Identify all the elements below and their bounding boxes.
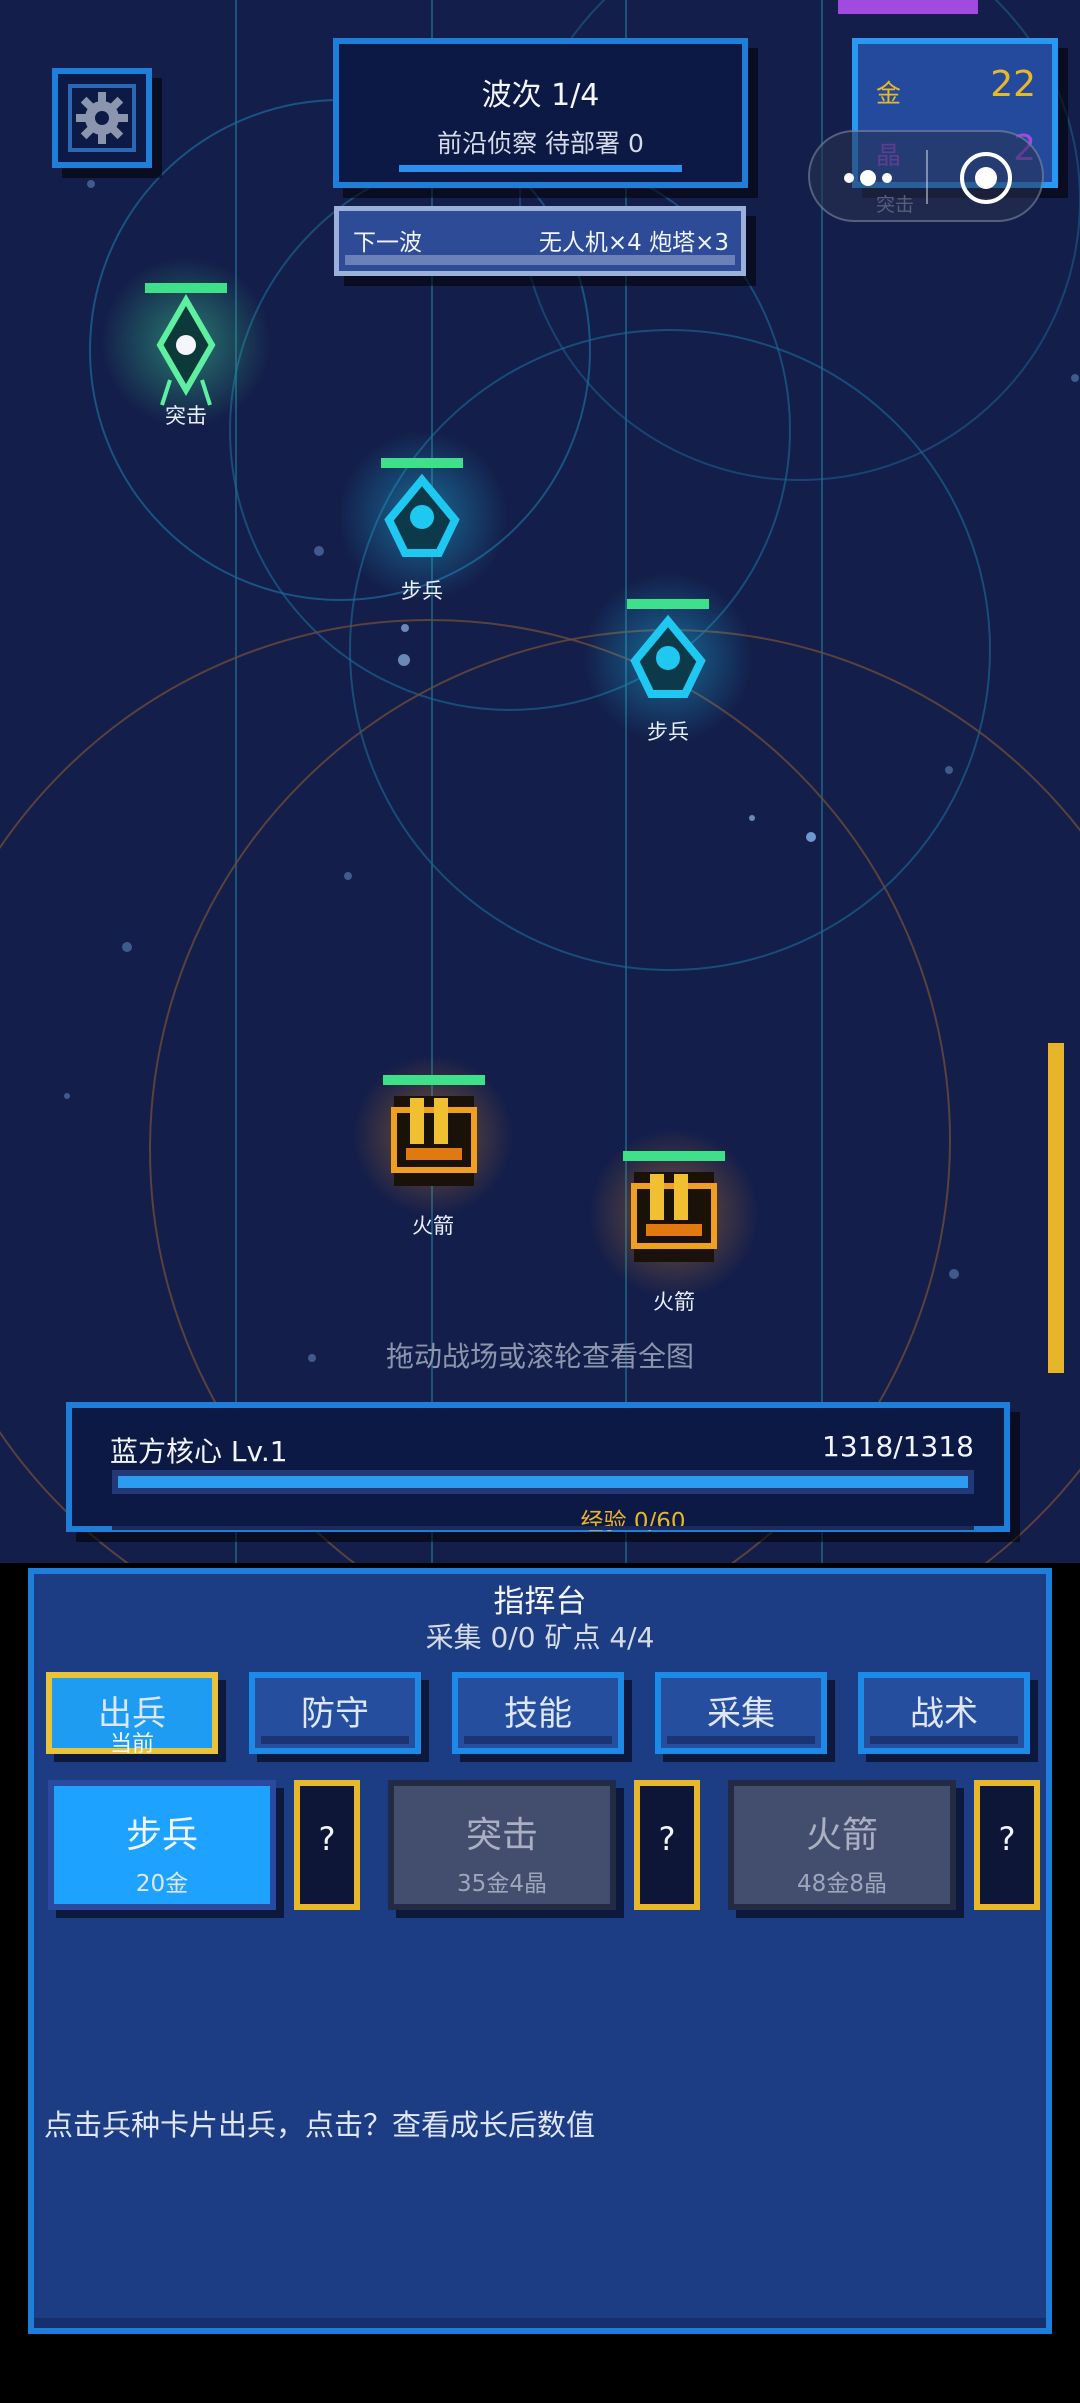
next-wave-label: 下一波 <box>353 230 422 256</box>
tab-gather[interactable]: 采集 <box>655 1672 827 1754</box>
tab-skills[interactable]: 技能 <box>452 1672 624 1754</box>
info-button-rocket[interactable]: ? <box>974 1780 1040 1910</box>
unit-card-rocket[interactable]: 火箭 48金8晶 <box>728 1780 956 1910</box>
core-xp-bar <box>112 1526 974 1530</box>
unit-assault[interactable] <box>140 280 240 420</box>
tab-tactics[interactable]: 战术 <box>858 1672 1030 1754</box>
core-xp: 经验 0/60 <box>580 1509 686 1535</box>
tab-defense[interactable]: 防守 <box>249 1672 421 1754</box>
resource-top-strip <box>838 0 978 14</box>
tab-deploy[interactable]: 出兵 当前 <box>46 1672 218 1757</box>
unit-label: 步兵 <box>647 720 689 744</box>
close-target-icon[interactable] <box>960 152 1012 204</box>
info-button-assault[interactable]: ? <box>634 1780 700 1910</box>
unit-card-assault[interactable]: 突击 35金4晶 <box>388 1780 616 1910</box>
core-name: 蓝方核心 Lv.1 <box>110 1435 288 1468</box>
unit-label: 步兵 <box>401 579 443 603</box>
more-icon[interactable] <box>844 170 894 186</box>
unit-label: 火箭 <box>412 1214 454 1238</box>
command-hint: 点击兵种卡片出兵，点击？查看成长后数值 <box>44 2108 596 2142</box>
next-wave-panel: 下一波 无人机×4 炮塔×3 <box>334 206 746 276</box>
core-hp: 1318/1318 <box>822 1430 974 1463</box>
unit-infantry[interactable] <box>375 455 475 565</box>
settings-button[interactable] <box>52 68 152 168</box>
gear-icon <box>76 92 128 144</box>
unit-label: 火箭 <box>653 1290 695 1314</box>
next-wave-enemies: 无人机×4 炮塔×3 <box>538 230 729 256</box>
unit-card-infantry[interactable]: 步兵 20金 <box>48 1780 276 1910</box>
unit-rocket[interactable] <box>380 1072 490 1202</box>
miniprogram-capsule <box>808 130 1044 222</box>
battlefield[interactable]: 突击 步兵 步兵 火箭 火箭 波次 1/4 前沿侦察 待部署 0 下一波 无人机… <box>0 0 1080 1563</box>
info-button-infantry[interactable]: ? <box>294 1780 360 1910</box>
gold-value: 22 <box>990 64 1036 105</box>
wave-subtitle: 前沿侦察 待部署 0 <box>437 129 644 158</box>
command-panel: 指挥台 采集 0/0 矿点 4/4 出兵 当前 防守 技能 采集 战术 步兵 2… <box>28 1568 1052 2334</box>
unit-label: 突击 <box>165 404 207 428</box>
gold-label: 金 <box>876 79 902 108</box>
command-title: 指挥台 <box>493 1584 587 1620</box>
wave-progress-bar <box>399 165 682 172</box>
core-hp-fill <box>118 1476 968 1488</box>
wave-panel: 波次 1/4 前沿侦察 待部署 0 <box>333 38 748 188</box>
battlefield-hint: 拖动战场或滚轮查看全图 <box>385 1340 694 1373</box>
wave-title: 波次 1/4 <box>481 78 600 113</box>
unit-infantry[interactable] <box>621 596 721 706</box>
unit-rocket[interactable] <box>620 1148 730 1278</box>
command-subtitle: 采集 0/0 矿点 4/4 <box>425 1621 655 1654</box>
core-panel: 蓝方核心 Lv.1 1318/1318 经验 0/60 <box>66 1402 1010 1535</box>
core-hp-bar <box>112 1470 974 1494</box>
